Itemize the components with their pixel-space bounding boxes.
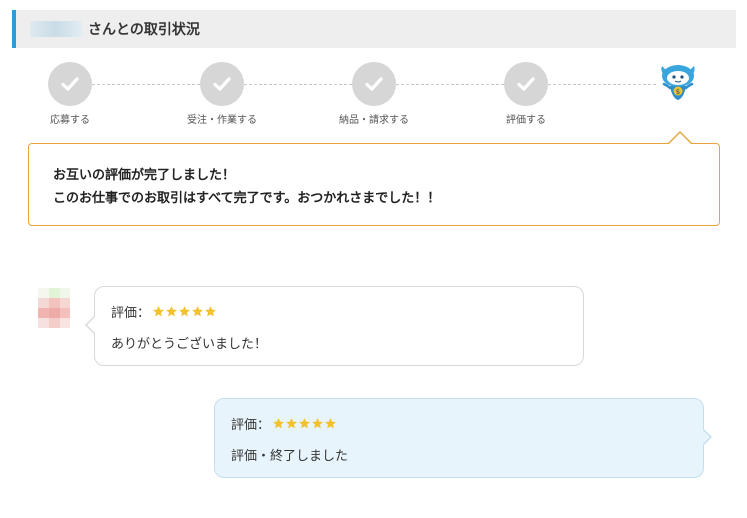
star-icon (166, 305, 177, 316)
step-1-check-icon (48, 62, 92, 106)
partner-name-blurred (30, 21, 82, 37)
star-rating (272, 417, 337, 430)
step-connector (92, 84, 200, 85)
completion-notice: お互いの評価が完了しました！ このお仕事でのお取引はすべて完了です。おつかれさま… (28, 143, 720, 226)
message-bubble-self: 評価： 評価・終了しました (214, 398, 704, 478)
star-icon (192, 305, 203, 316)
page-title: さんとの取引状況 (88, 22, 200, 38)
rating-label: 評価： (231, 417, 271, 433)
step-2-check-icon (200, 62, 244, 106)
rating-label: 評価： (111, 305, 151, 321)
star-icon (273, 417, 284, 428)
message-bubble-partner: 評価： ありがとうございました！ (94, 286, 584, 366)
rating-row: 評価： (111, 301, 583, 321)
step-connector (244, 84, 352, 85)
page-header: さんとの取引状況 (12, 10, 736, 48)
rating-row: 評価： (231, 413, 703, 433)
message-text: 評価・終了しました (231, 449, 349, 464)
step-1-label: 応募する (50, 115, 90, 126)
step-4-label: 評価する (506, 115, 546, 126)
step-4-check-icon (504, 62, 548, 106)
step-connector (396, 84, 504, 85)
svg-text:$: $ (676, 88, 680, 96)
star-icon (286, 417, 297, 428)
notice-line-1: お互いの評価が完了しました！ (53, 168, 236, 183)
step-2-label: 受注・作業する (187, 115, 257, 126)
step-3-label: 納品・請求する (339, 115, 409, 126)
mascot-icon: $ (656, 60, 700, 104)
star-icon (153, 305, 164, 316)
message-text: ありがとうございました！ (111, 337, 268, 352)
step-3-check-icon (352, 62, 396, 106)
star-icon (325, 417, 336, 428)
star-icon (299, 417, 310, 428)
star-icon (205, 305, 216, 316)
notice-line-2: このお仕事でのお取引はすべて完了です。おつかれさまでした！！ (53, 191, 441, 206)
star-icon (179, 305, 190, 316)
avatar (38, 288, 70, 328)
star-icon (312, 417, 323, 428)
star-rating (152, 305, 217, 318)
step-connector (548, 84, 656, 85)
progress-steps: 応募する 受注・作業する 納品・請求する 評価する $ (0, 60, 747, 130)
